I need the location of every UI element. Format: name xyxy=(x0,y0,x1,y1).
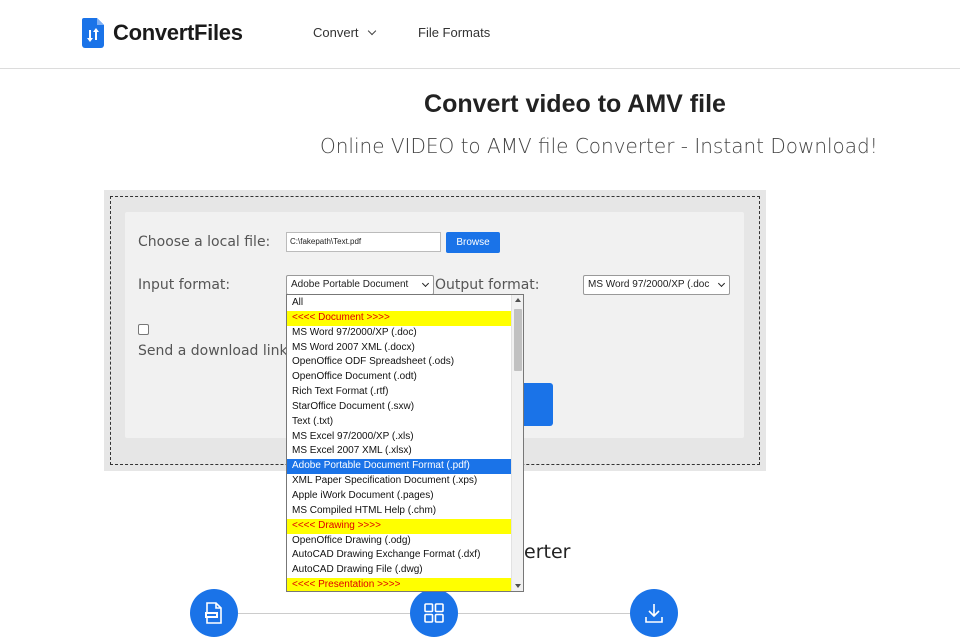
scroll-up-arrow-icon[interactable] xyxy=(515,298,521,302)
step-connector xyxy=(458,613,630,614)
page-title-wrap: Convert video to AMV file xyxy=(0,90,960,119)
scroll-thumb[interactable] xyxy=(514,309,522,371)
input-format-select[interactable]: Adobe Portable Document xyxy=(286,275,434,295)
dropdown-option[interactable]: Apple iWork Document (.pages) xyxy=(287,489,512,504)
browse-button[interactable]: Browse xyxy=(446,232,500,253)
nav-file-formats[interactable]: File Formats xyxy=(418,25,490,40)
file-icon xyxy=(202,601,226,625)
output-format-value: MS Word 97/2000/XP (.doc xyxy=(588,279,710,290)
dropdown-option[interactable]: StarOffice Document (.sxw) xyxy=(287,400,512,415)
step-upload xyxy=(190,589,238,637)
choose-file-label: Choose a local file: xyxy=(138,234,271,250)
logo-icon xyxy=(82,18,106,48)
download-icon xyxy=(642,601,666,625)
dropdown-group-header[interactable]: <<<< Document >>>> xyxy=(287,310,512,326)
chevron-down-icon xyxy=(717,279,726,288)
dropdown-option[interactable]: MS Word 2007 XML (.docx) xyxy=(287,341,512,356)
chevron-down-icon xyxy=(421,279,430,288)
output-format-select[interactable]: MS Word 97/2000/XP (.doc xyxy=(583,275,730,295)
dropdown-option[interactable]: OpenOffice Drawing (.odg) xyxy=(287,534,512,549)
dropdown-option[interactable]: Adobe Portable Document Format (.pdf) xyxy=(287,459,512,475)
dropdown-option[interactable]: MS Excel 97/2000/XP (.xls) xyxy=(287,430,512,445)
send-link-checkbox[interactable] xyxy=(138,324,149,335)
chevron-down-icon xyxy=(367,26,376,36)
page-subtitle: Online VIDEO to AMV file Converter - Ins… xyxy=(320,134,878,158)
page-title: Convert video to AMV file xyxy=(424,90,726,118)
dropdown-option[interactable]: OpenOffice ODF Spreadsheet (.ods) xyxy=(287,355,512,370)
section-heading: erter xyxy=(524,541,571,563)
step-choose-format xyxy=(410,589,458,637)
dropdown-option[interactable]: AutoCAD Drawing File (.dwg) xyxy=(287,563,512,578)
dropdown-option[interactable]: AutoCAD Drawing Exchange Format (.dxf) xyxy=(287,548,512,563)
file-path-input[interactable]: C:\fakepath\Text.pdf xyxy=(286,232,441,252)
dropdown-option[interactable]: Rich Text Format (.rtf) xyxy=(287,385,512,400)
dropdown-option[interactable]: MS Word 97/2000/XP (.doc) xyxy=(287,326,512,341)
input-format-value: Adobe Portable Document xyxy=(291,279,409,290)
step-connector xyxy=(238,613,410,614)
dropdown-group-header[interactable]: <<<< Presentation >>>> xyxy=(287,578,512,591)
logo-text: ConvertFiles xyxy=(113,20,243,45)
output-format-label: Output format: xyxy=(435,277,540,293)
nav-convert-label: Convert xyxy=(313,25,359,40)
step-download xyxy=(630,589,678,637)
dropdown-option[interactable]: XML Paper Specification Document (.xps) xyxy=(287,474,512,489)
dropdown-group-header[interactable]: <<<< Drawing >>>> xyxy=(287,518,512,534)
dropdown-option[interactable]: OpenOffice Document (.odt) xyxy=(287,370,512,385)
dropdown-options: All <<<< Document >>>> MS Word 97/2000/XP … xyxy=(287,296,512,591)
grid-icon xyxy=(422,601,446,625)
send-link-label: Send a download link to xyxy=(138,343,307,359)
scroll-down-arrow-icon[interactable] xyxy=(515,584,521,588)
site-header: ConvertFiles Convert File Formats xyxy=(0,0,960,69)
dropdown-scrollbar[interactable] xyxy=(511,295,523,591)
nav-convert[interactable]: Convert xyxy=(313,25,376,40)
dropdown-option[interactable]: MS Excel 2007 XML (.xlsx) xyxy=(287,444,512,459)
dropdown-option[interactable]: MS Compiled HTML Help (.chm) xyxy=(287,504,512,519)
input-format-dropdown[interactable]: All <<<< Document >>>> MS Word 97/2000/XP … xyxy=(286,294,524,592)
dropdown-option[interactable]: Text (.txt) xyxy=(287,415,512,430)
dropdown-option[interactable]: All xyxy=(287,296,512,311)
input-format-label: Input format: xyxy=(138,277,231,293)
logo[interactable]: ConvertFiles xyxy=(82,18,243,48)
